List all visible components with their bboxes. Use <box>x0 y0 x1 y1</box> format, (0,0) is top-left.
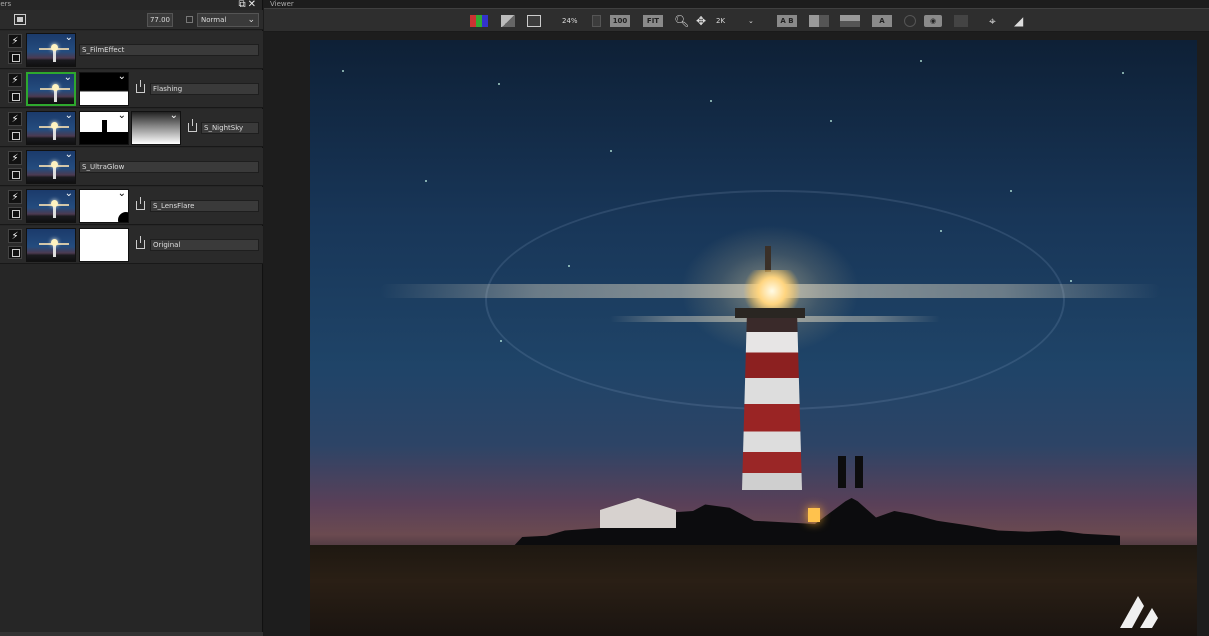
chevron-down-icon: ⌄ <box>247 15 255 25</box>
fit-frame-icon[interactable] <box>527 15 541 27</box>
zoom-lock-icon[interactable] <box>592 15 601 27</box>
chevron-down-icon[interactable]: ⌄ <box>65 190 73 199</box>
bolt-icon[interactable]: ⚡ <box>8 73 22 87</box>
resolution-select[interactable]: 2K ⌄ <box>716 15 756 27</box>
layer-name-field[interactable]: S_LensFlare <box>150 200 259 212</box>
layer-thumbnail[interactable]: ⌄ <box>26 150 76 184</box>
layer-row[interactable]: ⚡ ⌄ ⌄ ⌄ S_NightSky <box>0 109 263 147</box>
layer-name-field[interactable]: Flashing <box>150 83 259 95</box>
lock-icon[interactable] <box>186 16 193 23</box>
chevron-down-icon: ⌄ <box>748 17 754 25</box>
blend-mode-select[interactable]: Normal ⌄ <box>197 13 259 27</box>
layer-row[interactable]: ⚡ Original <box>0 226 263 264</box>
checkerboard-icon[interactable] <box>501 15 515 27</box>
share-icon[interactable] <box>188 119 197 132</box>
layer-thumbnail[interactable] <box>26 228 76 262</box>
mask-icon[interactable] <box>8 207 22 220</box>
add-layer-icon[interactable] <box>14 14 26 25</box>
viewer-tab[interactable]: Viewer <box>268 0 294 8</box>
bolt-icon[interactable]: ⚡ <box>8 190 22 204</box>
chevron-down-icon[interactable]: ⌄ <box>170 112 178 121</box>
layer-name-field[interactable]: S_UltraGlow <box>79 161 259 173</box>
zoom-fit-button[interactable]: FIT <box>643 15 663 27</box>
layer-thumbnail[interactable]: ⌄ <box>26 189 76 223</box>
chevron-down-icon[interactable]: ⌄ <box>64 74 72 83</box>
layer-gradient-thumbnail[interactable]: ⌄ <box>131 111 181 145</box>
mask-icon[interactable] <box>8 129 22 142</box>
layer-row[interactable]: ⚡ ⌄ S_UltraGlow <box>0 148 263 186</box>
zoom-100-button[interactable]: 100 <box>610 15 630 27</box>
layer-thumbnail[interactable]: ⌄ <box>26 72 76 106</box>
layer-name-field[interactable]: S_NightSky <box>201 122 259 134</box>
chevron-down-icon[interactable]: ⌄ <box>65 112 73 121</box>
viewer-toolbar: 24% 100 FIT 🔍︎ ✥ 2K ⌄ A B A ◉ ⌖ ◢ <box>264 8 1209 32</box>
ab-compare-button[interactable]: A B <box>777 15 797 27</box>
split-view-icon[interactable] <box>809 15 829 27</box>
layer-mask-thumbnail[interactable]: ⌄ <box>79 189 129 223</box>
layers-tab[interactable]: Layers <box>0 0 11 8</box>
split-horizontal-icon[interactable] <box>840 15 860 27</box>
layer-row[interactable]: ⚡ ⌄ ⌄ Flashing <box>0 70 263 108</box>
magnifier-icon[interactable]: 🔍︎ <box>674 15 689 27</box>
viewer-canvas-image[interactable] <box>310 40 1197 636</box>
layer-name-field[interactable]: S_FilmEffect <box>79 44 259 56</box>
layers-toolbar: 77.00 Normal ⌄ <box>0 10 263 30</box>
bolt-icon[interactable]: ⚡ <box>8 151 22 165</box>
layers-panel: Layers ⧉✕ 77.00 Normal ⌄ ⚡ ⌄ S_FilmEffec… <box>0 0 263 636</box>
layer-row[interactable]: ⚡ ⌄ S_FilmEffect <box>0 31 263 69</box>
resolution-label: 2K <box>716 17 726 25</box>
share-icon[interactable] <box>136 197 145 210</box>
blend-mode-label: Normal <box>201 16 227 24</box>
viewer-panel: Viewer 24% 100 FIT 🔍︎ ✥ 2K ⌄ A B A ◉ ⌖ ◢ <box>264 0 1209 636</box>
chevron-down-icon[interactable]: ⌄ <box>65 151 73 160</box>
mask-icon[interactable] <box>8 168 22 181</box>
layer-mask-thumbnail[interactable]: ⌄ <box>79 72 129 106</box>
brand-logo-icon <box>1120 596 1158 628</box>
overlay-button[interactable]: A <box>872 15 892 27</box>
share-icon[interactable] <box>136 236 145 249</box>
panel-scrollbar[interactable] <box>0 632 263 636</box>
layer-thumbnail[interactable]: ⌄ <box>26 111 76 145</box>
chevron-down-icon[interactable]: ⌄ <box>118 112 126 121</box>
mask-icon[interactable] <box>8 51 22 64</box>
layer-thumbnail[interactable]: ⌄ <box>26 33 76 67</box>
bolt-icon[interactable]: ⚡ <box>8 34 22 48</box>
layer-mask-thumbnail[interactable]: ⌄ <box>79 111 129 145</box>
mask-icon[interactable] <box>8 90 22 103</box>
share-icon[interactable] <box>136 80 145 93</box>
crosshair-icon[interactable]: ⌖ <box>989 15 996 27</box>
shield-icon[interactable] <box>954 15 968 27</box>
histogram-icon[interactable]: ◢ <box>1014 15 1023 27</box>
layer-mask-thumbnail[interactable] <box>79 228 129 262</box>
panel-window-controls[interactable]: ⧉✕ <box>238 0 258 10</box>
layer-row[interactable]: ⚡ ⌄ ⌄ S_LensFlare <box>0 187 263 225</box>
zoom-percent[interactable]: 24% <box>562 15 582 27</box>
opacity-field[interactable]: 77.00 <box>147 13 173 27</box>
rgb-channels-icon[interactable] <box>470 15 488 27</box>
chevron-down-icon[interactable]: ⌄ <box>118 73 126 82</box>
chevron-down-icon[interactable]: ⌄ <box>65 34 73 43</box>
mask-icon[interactable] <box>8 246 22 259</box>
bolt-icon[interactable]: ⚡ <box>8 229 22 243</box>
circle-icon[interactable] <box>904 15 916 27</box>
pan-icon[interactable]: ✥ <box>696 15 706 27</box>
layer-name-field[interactable]: Original <box>150 239 259 251</box>
camera-icon[interactable]: ◉ <box>924 15 942 27</box>
bolt-icon[interactable]: ⚡ <box>8 112 22 126</box>
chevron-down-icon[interactable]: ⌄ <box>118 190 126 199</box>
